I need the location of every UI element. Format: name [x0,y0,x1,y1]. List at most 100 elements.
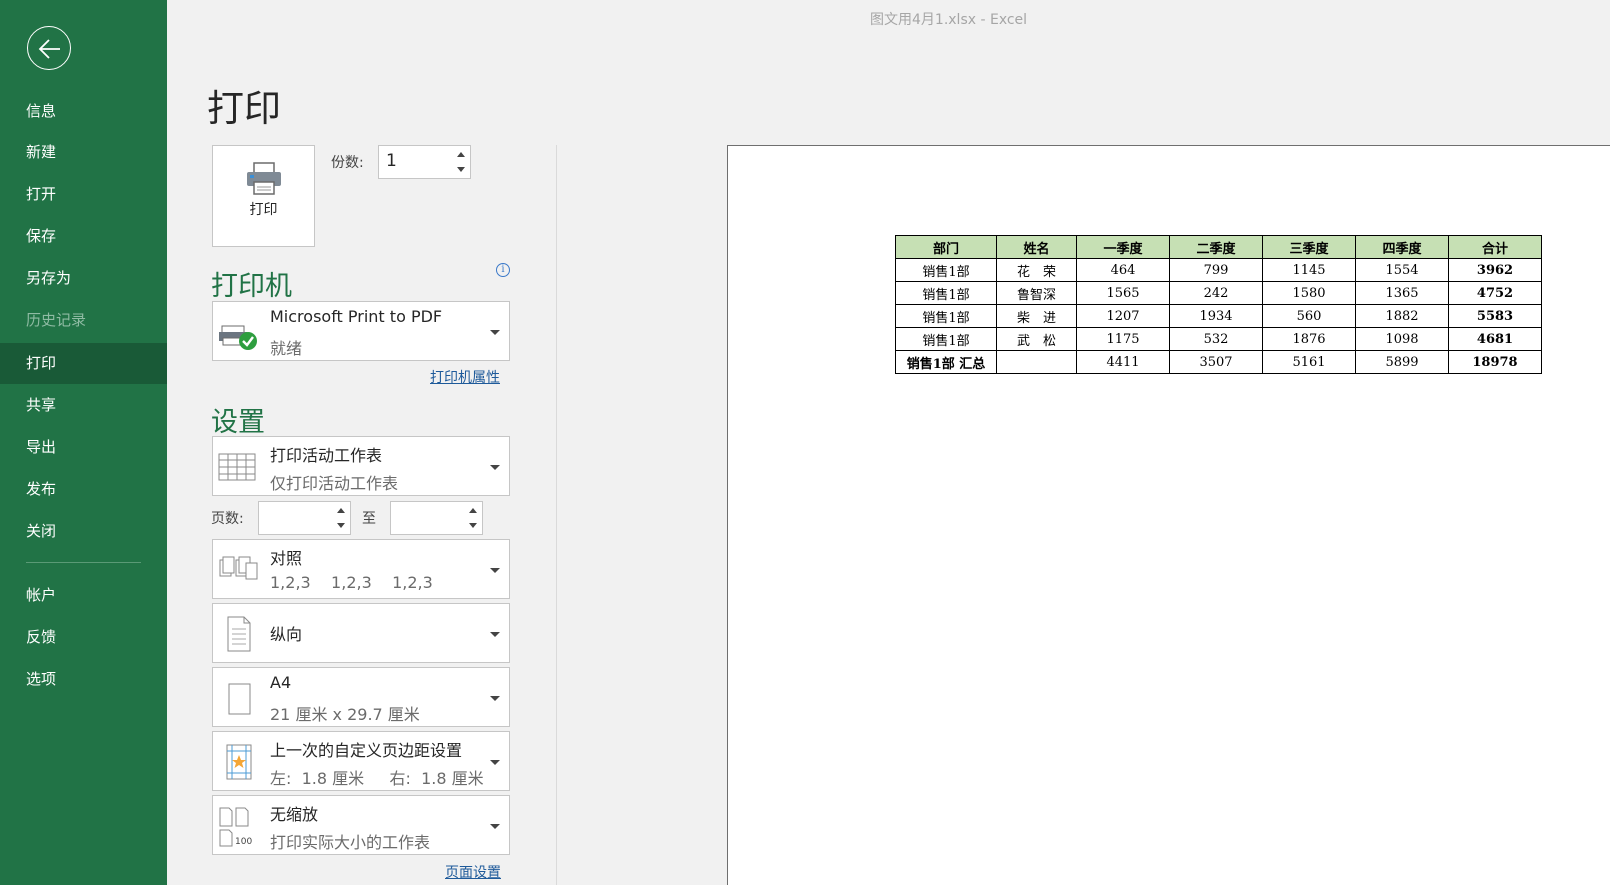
nav-divider [26,562,141,563]
table-summary-row: 销售1部 汇总 4411 3507 5161 5899 18978 [895,350,1542,374]
nav-info[interactable]: 信息 [0,91,167,132]
nav-save-as[interactable]: 另存为 [0,258,167,299]
collate-sub: 1,2,3 1,2,3 1,2,3 [270,573,433,592]
pages-to-down-icon[interactable] [467,519,479,531]
table-cell: 1365 [1355,281,1449,305]
margins-sub: 左: 1.8 厘米 右: 1.8 厘米 [270,769,484,788]
table-cell: 销售1部 [895,258,997,282]
pages-to-up-icon[interactable] [467,505,479,517]
nav-publish[interactable]: 发布 [0,469,167,510]
table-cell [996,350,1077,374]
table-cell: 1882 [1355,304,1449,328]
table-header-cell: 部门 [895,235,997,259]
nav-account[interactable]: 帐户 [0,575,167,616]
scaling-select[interactable]: 100 无缩放 打印实际大小的工作表 [212,795,510,855]
margins-icon [226,744,252,780]
chevron-down-icon [490,632,500,637]
table-cell: 花 荣 [996,258,1077,282]
margins-select[interactable]: 上一次的自定义页边距设置 左: 1.8 厘米 右: 1.8 厘米 [212,731,510,791]
table-header-cell: 姓名 [996,235,1077,259]
table-header-cell: 一季度 [1076,235,1170,259]
copies-value: 1 [386,151,397,171]
back-arrow-icon [38,39,60,59]
printer-heading: 打印机 [211,271,292,302]
table-row: 销售1部 柴 进 1207 1934 560 1882 5583 [895,304,1542,328]
copies-stepper[interactable]: 1 [378,145,471,179]
preview-table: 部门 姓名 一季度 二季度 三季度 四季度 合计 销售1部 花 荣 464 79… [895,235,1542,374]
scaling-icon-text: 100 [235,837,252,847]
backstage-sidebar: 信息 新建 打开 保存 另存为 历史记录 打印 共享 导出 发布 关闭 帐户 反… [0,0,167,885]
table-cell: 1876 [1262,327,1356,351]
orientation-select[interactable]: 纵向 [212,603,510,663]
copies-label: 份数: [331,155,364,171]
table-cell: 1934 [1169,304,1263,328]
table-cell: 1145 [1262,258,1356,282]
table-cell: 5899 [1355,350,1449,374]
collate-main: 对照 [270,549,303,568]
table-cell: 3962 [1448,258,1542,282]
nav-new[interactable]: 新建 [0,132,167,173]
nav-options[interactable]: 选项 [0,659,167,700]
info-icon[interactable]: i [496,263,510,277]
back-button[interactable] [27,26,71,70]
nav-open[interactable]: 打开 [0,174,167,215]
scaling-sub: 打印实际大小的工作表 [270,833,431,852]
table-cell: 799 [1169,258,1263,282]
table-cell: 1098 [1355,327,1449,351]
margins-main: 上一次的自定义页边距设置 [270,741,463,760]
pages-from-input[interactable] [258,501,351,535]
nav-print[interactable]: 打印 [0,343,167,384]
printer-select[interactable]: Microsoft Print to PDF 就绪 [212,301,510,361]
pages-from-down-icon[interactable] [335,519,347,531]
pages-to-input[interactable] [390,501,483,535]
paper-size-select[interactable]: A4 21 厘米 x 29.7 厘米 [212,667,510,727]
table-cell: 464 [1076,258,1170,282]
nav-share[interactable]: 共享 [0,385,167,426]
nav-history[interactable]: 历史记录 [0,300,167,341]
table-cell: 销售1部 汇总 [895,350,997,374]
printer-status: 就绪 [270,339,303,358]
paper-size-sub: 21 厘米 x 29.7 厘米 [270,705,420,724]
table-cell: 18978 [1448,350,1542,374]
table-cell: 1565 [1076,281,1170,305]
nav-feedback[interactable]: 反馈 [0,617,167,658]
page-setup-link[interactable]: 页面设置 [445,862,501,882]
paper-size-icon [228,683,251,715]
worksheet-grid-icon [218,453,256,481]
nav-save[interactable]: 保存 [0,216,167,257]
printer-icon [247,162,281,195]
copies-down-icon[interactable] [455,163,467,175]
print-button-label: 打印 [249,202,278,218]
table-header-cell: 合计 [1448,235,1542,259]
table-cell: 武 松 [996,327,1077,351]
print-what-select[interactable]: 打印活动工作表 仅打印活动工作表 [212,436,510,496]
window-title: 图文用4月1.xlsx - Excel [870,12,1028,28]
table-cell: 1175 [1076,327,1170,351]
print-what-sub: 仅打印活动工作表 [270,474,399,493]
printer-ready-icon [219,325,257,350]
printer-name: Microsoft Print to PDF [270,307,443,326]
table-cell: 1554 [1355,258,1449,282]
chevron-down-icon [490,330,500,335]
table-cell: 3507 [1169,350,1263,374]
print-button[interactable]: 打印 [212,145,315,247]
table-header-cell: 四季度 [1355,235,1449,259]
chevron-down-icon [490,824,500,829]
portrait-page-icon [227,616,251,652]
table-header-row: 部门 姓名 一季度 二季度 三季度 四季度 合计 [895,235,1542,259]
page-title: 打印 [207,87,281,130]
orientation-main: 纵向 [270,625,303,644]
pages-label: 页数: [211,511,244,527]
table-cell: 560 [1262,304,1356,328]
table-cell: 销售1部 [895,327,997,351]
table-row: 销售1部 武 松 1175 532 1876 1098 4681 [895,327,1542,351]
nav-export[interactable]: 导出 [0,427,167,468]
table-row: 销售1部 鲁智深 1565 242 1580 1365 4752 [895,281,1542,305]
collate-select[interactable]: 对照 1,2,3 1,2,3 1,2,3 [212,539,510,599]
print-what-main: 打印活动工作表 [270,446,383,465]
pages-from-up-icon[interactable] [335,505,347,517]
printer-properties-link[interactable]: 打印机属性 [430,367,500,387]
nav-close[interactable]: 关闭 [0,511,167,552]
copies-up-icon[interactable] [455,149,467,161]
table-cell: 242 [1169,281,1263,305]
